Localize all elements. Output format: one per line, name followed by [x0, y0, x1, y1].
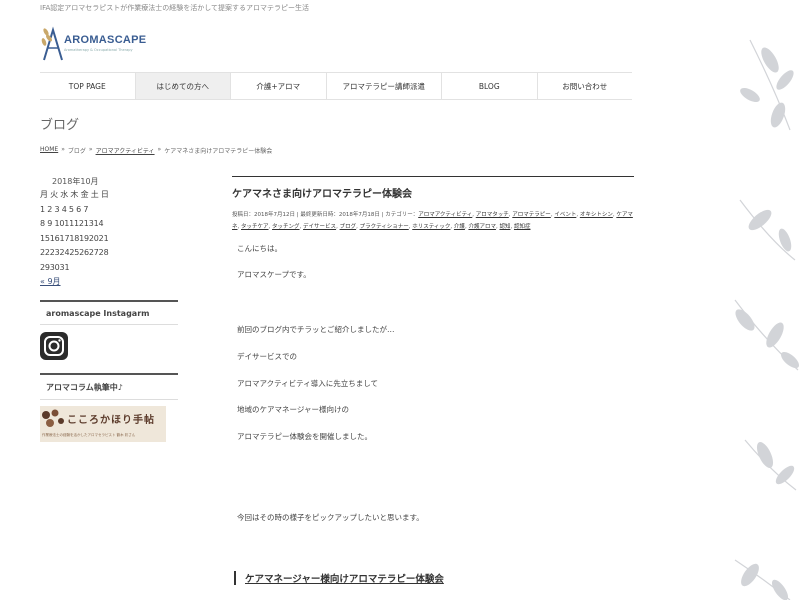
post-tag-link[interactable]: アロマテラピー: [512, 212, 551, 218]
nav-blog[interactable]: BLOG: [441, 73, 537, 99]
breadcrumb-category[interactable]: アロマアクティビティ: [96, 146, 155, 155]
banner-subtitle: 作業療法士の経験を活かしたアロマセラピスト 鶴木 彩さん: [42, 433, 136, 437]
post-tag-link[interactable]: デイサービス: [303, 224, 336, 230]
instagram-widget-heading: aromascape Instagarm: [40, 300, 178, 325]
post-paragraph: デイサービスでの: [237, 352, 297, 361]
post-tag-link[interactable]: ブログ: [340, 224, 357, 230]
logo-subtext: Aromatherapy & Occupational Therapy: [64, 48, 133, 52]
post-paragraph: こんにちは。: [237, 244, 282, 253]
post-tag-link[interactable]: 介護アロマ: [468, 224, 496, 230]
column-widget-heading: アロマコラム執筆中♪: [40, 373, 178, 400]
post-tag-link[interactable]: オキシトシン: [580, 212, 613, 218]
page-title: ブログ: [40, 118, 80, 133]
calendar-week: 8 9 1011121314: [40, 219, 104, 228]
post-paragraph: 地域のケアマネージャー様向けの: [237, 405, 349, 414]
post-meta: 投稿日：2018年7月12日 | 最終更新日時：2018年7月18日 | カテゴ…: [232, 209, 634, 233]
post-paragraph: 前回のブログ内でチラッとご紹介しましたが…: [237, 325, 395, 334]
calendar-week: 22232425262728: [40, 248, 109, 257]
post-paragraph: アロマアクティビティ導入に先立ちまして: [237, 379, 378, 388]
calendar-week: 15161718192021: [40, 233, 109, 243]
post-tag-link[interactable]: 認知症: [514, 224, 531, 230]
logo-text: AROMASCAPE: [64, 34, 147, 46]
post-title: ケアマネさま向けアロマテラピー体験会: [232, 176, 634, 200]
site-tagline: IFA認定アロマセラピストが作業療法士の経験を活かして提案するアロマテラピー生活: [40, 4, 310, 12]
post-tag-link[interactable]: アロマタッチ: [476, 212, 509, 218]
post-tag-link[interactable]: タッチング: [272, 224, 300, 230]
post-tag-link[interactable]: イベント: [554, 212, 576, 218]
calendar-title: 2018年10月: [52, 177, 99, 186]
instagram-icon[interactable]: [40, 332, 68, 360]
breadcrumb: HOME » ブログ » アロマアクティビティ » ケアマネさま向けアロマテラピ…: [40, 146, 272, 155]
post-paragraph: アロマスケープです。: [237, 270, 311, 279]
main-nav: TOP PAGE はじめての方へ 介護+アロマ アロマテラピー講師派遣 BLOG…: [40, 72, 632, 100]
calendar-week: 1 2 3 4 5 6 7: [40, 204, 89, 214]
breadcrumb-separator: »: [157, 146, 162, 153]
leaf-decoration: [734, 39, 800, 600]
post-tag-link[interactable]: タッチケア: [241, 224, 269, 230]
calendar-weekdays: 月 火 水 木 金 土 日: [40, 190, 109, 199]
nav-top-page[interactable]: TOP PAGE: [40, 73, 135, 99]
calendar-week: 293031: [40, 262, 70, 272]
post-paragraph: アロマテラピー体験会を開催しました。: [237, 432, 372, 441]
post-tag-link[interactable]: ホリスティック: [412, 224, 450, 230]
post-tag-link[interactable]: プラクティショナー: [360, 224, 409, 230]
breadcrumb-home[interactable]: HOME: [40, 146, 58, 155]
post-article: ケアマネさま向けアロマテラピー体験会 投稿日：2018年7月12日 | 最終更新…: [232, 176, 634, 585]
post-paragraph: 今回はその時の様子をピックアップしたいと思います。: [237, 513, 424, 522]
breadcrumb-separator: »: [88, 146, 93, 153]
post-tag-link[interactable]: 認知: [499, 224, 510, 230]
post-tag-link[interactable]: アロマアクティビティ: [418, 212, 472, 218]
post-tag-link[interactable]: 介護: [454, 224, 465, 230]
nav-contact[interactable]: お問い合わせ: [536, 73, 633, 99]
site-logo[interactable]: AROMASCAPE Aromatherapy & Occupational T…: [40, 22, 146, 66]
post-dates: 投稿日：2018年7月12日 | 最終更新日時：2018年7月18日 | カテゴ…: [232, 212, 419, 218]
nav-first-visit[interactable]: はじめての方へ: [134, 73, 230, 99]
post-section-heading: ケアマネージャー様向けアロマテラピー体験会: [234, 571, 444, 585]
dots-decoration-icon: [42, 409, 64, 427]
sidebar: 2018年10月 月 火 水 木 金 土 日 1 2 3 4 5 6 7 8 9…: [40, 176, 178, 442]
breadcrumb-current: ケアマネさま向けアロマテラピー体験会: [164, 148, 273, 155]
nav-instructor-dispatch[interactable]: アロマテラピー講師派遣: [325, 73, 442, 99]
breadcrumb-blog[interactable]: ブログ: [68, 146, 86, 155]
banner-title: こころかほり手帖: [67, 415, 155, 426]
breadcrumb-separator: »: [61, 146, 65, 153]
calendar-prev-month-link[interactable]: « 9月: [40, 276, 178, 290]
nav-care-aroma[interactable]: 介護+アロマ: [230, 73, 326, 99]
column-banner[interactable]: こころかほり手帖 作業療法士の経験を活かしたアロマセラピスト 鶴木 彩さん: [40, 406, 166, 442]
